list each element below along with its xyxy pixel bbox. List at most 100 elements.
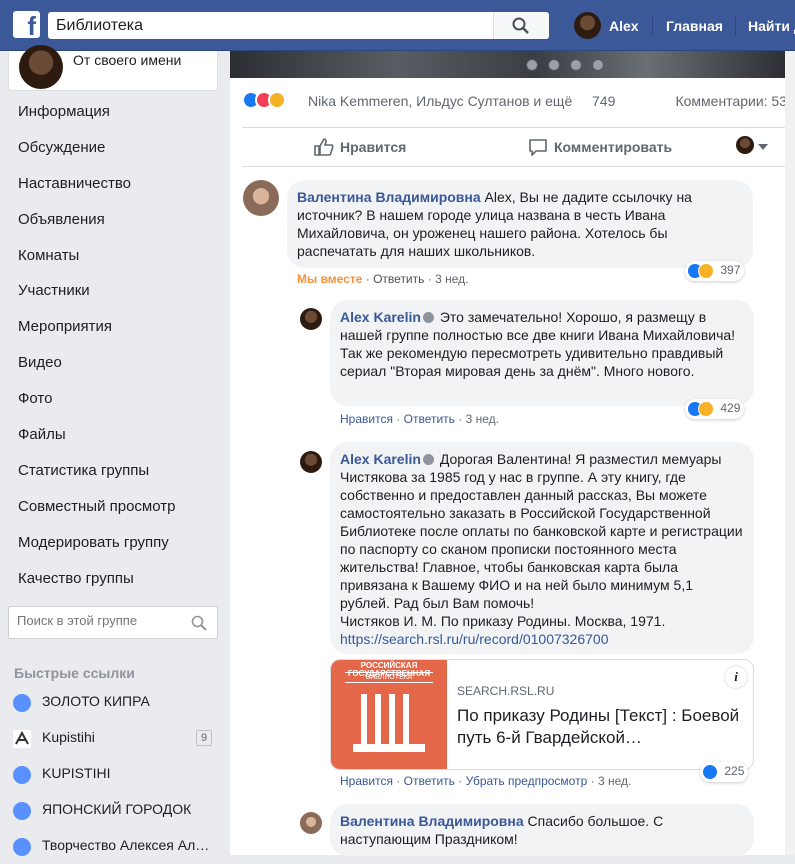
quick-link-label: Творчество Алексея Алексеевича xyxy=(42,837,214,853)
profile-name: Alex xyxy=(609,17,639,34)
reaction-count: 749 xyxy=(592,93,616,109)
quick-links-title: Быстрые ссылки xyxy=(14,665,135,681)
group-search-input[interactable] xyxy=(17,613,177,628)
comment-citation: Чистяков И. М. По приказу Родины. Москва… xyxy=(340,613,666,629)
comment-meta: Мы вместе · Ответить · 3 нед. xyxy=(297,272,469,286)
comment-reaction-count: 397 xyxy=(720,263,741,278)
logo-column xyxy=(375,694,381,744)
comment-time[interactable]: 3 нед. xyxy=(466,412,499,426)
nav-item-events[interactable]: Мероприятия xyxy=(0,314,230,350)
verified-badge-icon xyxy=(422,454,434,465)
post-card: Nika Kemmeren, Ильдус Султанов и ещё 749… xyxy=(230,51,795,856)
like-button[interactable]: Нравится xyxy=(314,138,406,156)
nav-item-insights[interactable]: Статистика группы xyxy=(0,458,230,494)
comment-reactions[interactable]: 225 xyxy=(700,762,749,782)
nav-item-announcements[interactable]: Объявления xyxy=(0,207,230,243)
reply-link[interactable]: Ответить xyxy=(373,272,424,286)
link-preview-card[interactable]: РОССИЙСКАЯ ГОСУДАРСТВЕННАЯ БИБЛИОТЕКА SE… xyxy=(330,659,754,770)
photo-detail xyxy=(526,59,538,71)
nav-item-mentorship[interactable]: Наставничество xyxy=(0,171,230,207)
reply-link[interactable]: Ответить xyxy=(404,412,455,426)
like-label: Нравится xyxy=(340,139,407,155)
unread-count-badge: 9 xyxy=(196,730,212,746)
care-reaction-icon xyxy=(698,401,714,417)
search-icon[interactable] xyxy=(191,615,207,631)
home-link[interactable]: Главная xyxy=(666,18,723,34)
group-navigation: Информация Обсуждение Наставничество Объ… xyxy=(0,99,230,601)
facebook-logo-icon[interactable]: f xyxy=(13,11,40,38)
remove-preview-link[interactable]: Убрать предпросмотр xyxy=(466,774,588,788)
reactors-names: Nika Kemmeren, Ильдус Султанов и ещё xyxy=(308,93,573,109)
comment-time[interactable]: 3 нед. xyxy=(435,272,468,286)
nav-item-discussion[interactable]: Обсуждение xyxy=(0,135,230,171)
group-icon xyxy=(13,802,31,820)
quick-link-label: ЗОЛОТО КИПРА xyxy=(42,693,150,709)
nav-item-photos[interactable]: Фото xyxy=(0,386,230,422)
nav-item-moderate[interactable]: Модерировать группу xyxy=(0,530,230,566)
avatar[interactable] xyxy=(300,812,322,834)
comment-author[interactable]: Валентина Владимировна xyxy=(297,189,481,205)
nav-item-rooms[interactable]: Комнаты xyxy=(0,243,230,279)
find-friends-link[interactable]: Найти д xyxy=(748,18,795,34)
record-link[interactable]: https://search.rsl.ru/ru/record/01007326… xyxy=(340,631,609,647)
quick-link-item[interactable]: ЯПОНСКИЙ ГОРОДОК xyxy=(0,798,230,828)
nav-item-watch-party[interactable]: Совместный просмотр xyxy=(0,494,230,530)
preview-title[interactable]: По приказу Родины [Текст] : Боевой путь … xyxy=(457,705,747,749)
avatar[interactable] xyxy=(736,136,754,154)
profile-link[interactable]: Alex xyxy=(574,12,639,39)
comment-button[interactable]: Комментировать xyxy=(528,138,672,156)
comment-author[interactable]: Alex Karelin xyxy=(340,451,421,467)
top-navigation-bar: f Alex Главная Найти д xyxy=(0,0,795,51)
comment-author[interactable]: Валентина Владимировна xyxy=(340,813,524,829)
avatar[interactable] xyxy=(300,451,322,473)
logo-text: БИБЛИОТЕКА xyxy=(345,672,433,683)
comment-reactions[interactable]: 397 xyxy=(685,261,745,281)
photo-detail xyxy=(570,59,582,71)
care-reaction-icon xyxy=(268,91,286,110)
group-thumbnail-icon xyxy=(13,730,31,748)
group-icon xyxy=(13,838,31,856)
comments-count-link[interactable]: Комментарии: 53 xyxy=(675,93,787,109)
page-scrollbar[interactable] xyxy=(785,51,795,855)
post-as-selector[interactable]: От своего имени xyxy=(8,45,218,91)
info-icon[interactable]: i xyxy=(725,666,747,688)
quick-link-label: KUPISTIHI xyxy=(42,765,111,781)
library-logo: РОССИЙСКАЯ ГОСУДАРСТВЕННАЯ БИБЛИОТЕКА xyxy=(331,660,447,769)
search-button[interactable] xyxy=(493,12,549,39)
logo-column xyxy=(361,694,367,744)
comment-bubble: Валентина Владимировна Спасибо большое. … xyxy=(330,804,754,856)
avatar xyxy=(19,45,63,89)
nav-item-members[interactable]: Участники xyxy=(0,278,230,314)
chevron-down-icon[interactable] xyxy=(758,144,768,150)
comment-reactions[interactable]: 429 xyxy=(685,399,745,419)
comment-icon xyxy=(529,139,547,156)
global-search-box xyxy=(48,12,549,39)
quick-link-label: ЯПОНСКИЙ ГОРОДОК xyxy=(42,801,192,817)
global-search-input[interactable] xyxy=(56,12,496,39)
quick-link-item[interactable]: KUPISTIHI xyxy=(0,762,230,792)
comment-author[interactable]: Alex Karelin xyxy=(340,309,421,325)
nav-item-quality[interactable]: Качество группы xyxy=(0,566,230,602)
quick-link-item[interactable]: ЗОЛОТО КИПРА xyxy=(0,690,230,720)
quick-link-item[interactable]: Kupistihi 9 xyxy=(0,726,230,756)
comment-label: Комментировать xyxy=(554,139,673,155)
nav-item-info[interactable]: Информация xyxy=(0,99,230,135)
avatar[interactable] xyxy=(300,308,322,330)
photo-detail xyxy=(548,59,560,71)
like-link[interactable]: Нравится xyxy=(340,774,393,788)
post-photo[interactable] xyxy=(230,51,785,78)
group-icon xyxy=(13,694,31,712)
comment-reaction-count: 225 xyxy=(724,764,745,779)
search-icon xyxy=(512,17,529,34)
post-reaction-summary[interactable]: Nika Kemmeren, Ильдус Султанов и ещё 749… xyxy=(242,91,787,113)
avatar[interactable] xyxy=(243,180,279,216)
comment-bubble: Alex Karelin Это замечательно! Хорошо, я… xyxy=(330,300,754,406)
like-link[interactable]: Нравится xyxy=(340,412,393,426)
nav-item-videos[interactable]: Видео xyxy=(0,350,230,386)
post-action-bar: Нравится Комментировать xyxy=(242,127,787,167)
comment-time[interactable]: 3 нед. xyxy=(598,774,631,788)
reply-link[interactable]: Ответить xyxy=(404,774,455,788)
nav-item-files[interactable]: Файлы xyxy=(0,422,230,458)
quick-link-item[interactable]: Творчество Алексея Алексеевича xyxy=(0,834,230,864)
group-search-box xyxy=(8,606,218,639)
